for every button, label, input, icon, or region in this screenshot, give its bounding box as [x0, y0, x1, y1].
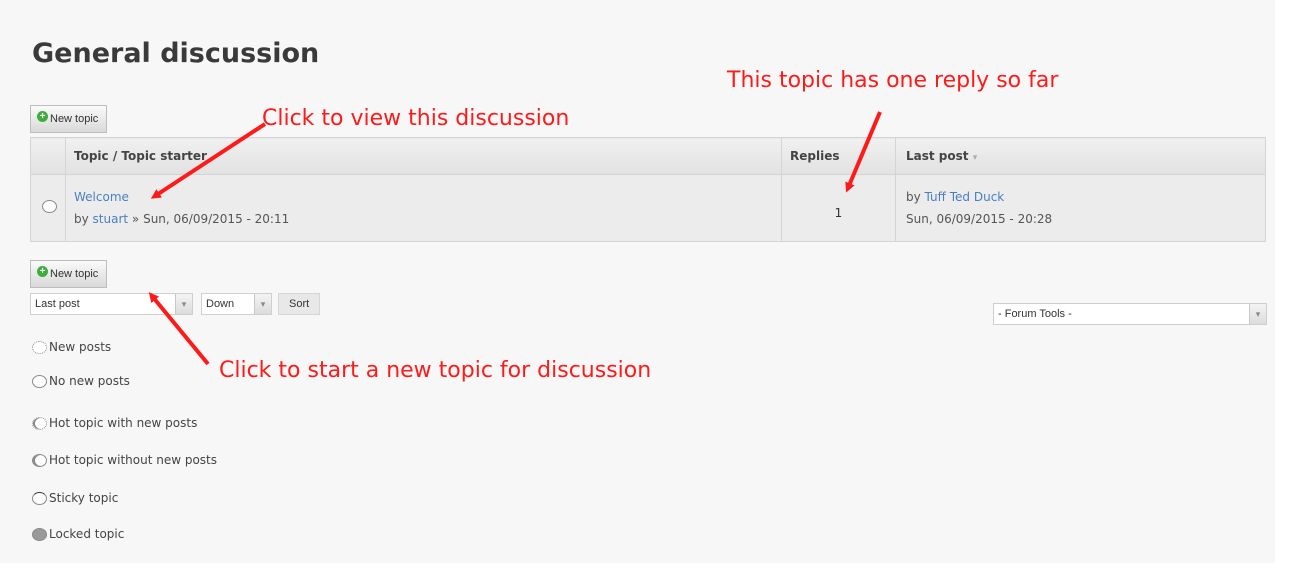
arrow-to-topic [150, 122, 267, 199]
annotation-arrows [148, 111, 882, 366]
forum-page: General discussion + New topic Topic / T… [0, 0, 1275, 563]
arrow-to-new-topic [148, 292, 210, 366]
arrow-to-replies [845, 111, 882, 193]
